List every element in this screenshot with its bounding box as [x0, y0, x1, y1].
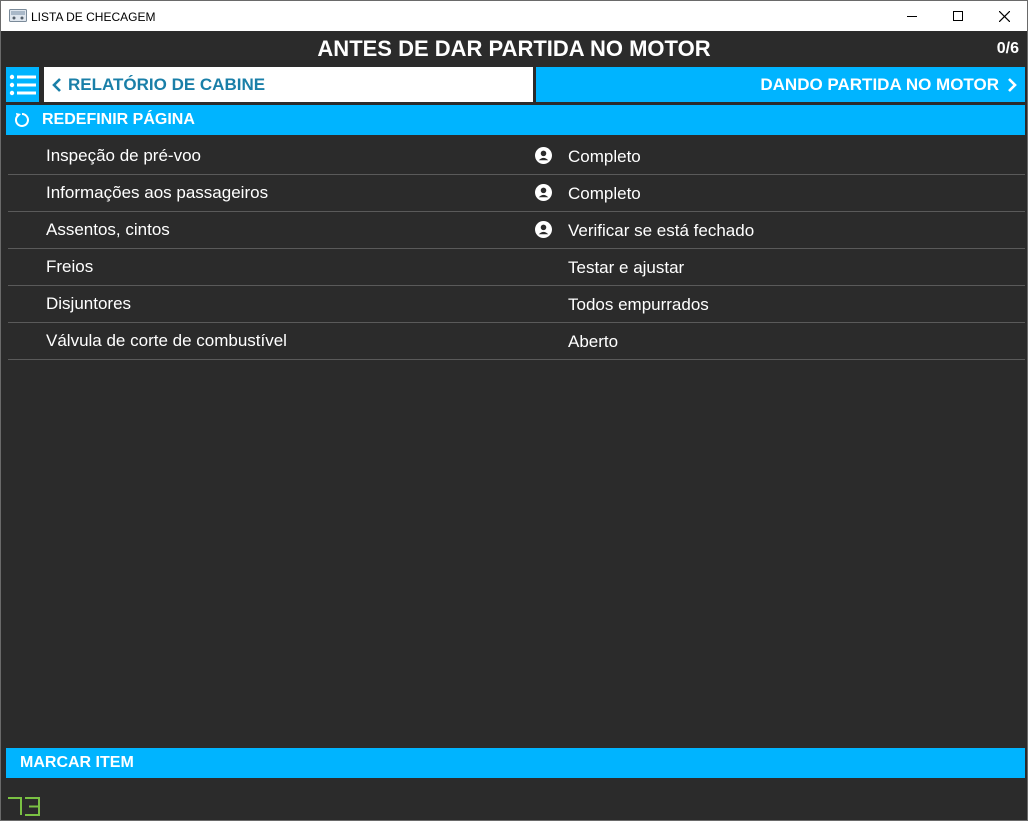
person-icon	[535, 147, 552, 164]
reset-page-button[interactable]: REDEFINIR PÁGINA	[6, 105, 1025, 135]
list-menu-button[interactable]	[6, 67, 39, 102]
chevron-right-icon	[1008, 77, 1017, 92]
item-value: Todos empurrados	[568, 295, 709, 314]
item-label: Assentos, cintos	[46, 220, 170, 239]
reset-icon	[15, 113, 29, 127]
page-title: ANTES DE DAR PARTIDA NO MOTOR	[317, 36, 711, 61]
close-button[interactable]	[981, 1, 1027, 31]
next-page-button[interactable]: DANDO PARTIDA NO MOTOR	[536, 67, 1025, 102]
item-label: Informações aos passageiros	[46, 183, 269, 202]
mark-item-label: MARCAR ITEM	[20, 754, 134, 771]
checklist-item[interactable]: Freios Testar e ajustar	[8, 249, 1025, 286]
window-title: LISTA DE CHECAGEM	[31, 10, 156, 24]
maximize-button[interactable]	[935, 1, 981, 31]
navigation-row: RELATÓRIO DE CABINE DANDO PARTIDA NO MOT…	[1, 67, 1027, 102]
maximize-icon	[953, 11, 963, 21]
title-bar: LISTA DE CHECAGEM	[1, 1, 1027, 31]
checklist-item[interactable]: Assentos, cintos Verificar se está fecha…	[8, 212, 1025, 249]
close-icon	[998, 10, 1010, 22]
logo-icon	[8, 797, 40, 816]
item-value: Verificar se está fechado	[568, 221, 755, 240]
checklist-item[interactable]: Válvula de corte de combustível Aberto	[8, 323, 1025, 360]
minimize-icon	[907, 16, 917, 17]
app-icon	[9, 9, 27, 22]
item-label: Disjuntores	[46, 294, 132, 313]
reset-page-label: REDEFINIR PÁGINA	[42, 111, 195, 128]
chevron-left-icon	[52, 77, 61, 92]
minimize-button[interactable]	[889, 1, 935, 31]
previous-page-button[interactable]: RELATÓRIO DE CABINE	[44, 67, 533, 102]
checklist-item[interactable]: Inspeção de pré-voo Completo	[8, 138, 1025, 175]
item-label: Freios	[46, 257, 94, 276]
mark-item-button[interactable]: MARCAR ITEM	[6, 748, 1025, 778]
item-value: Completo	[568, 184, 641, 203]
person-icon	[535, 184, 552, 201]
checklist-item[interactable]: Informações aos passageiros Completo	[8, 175, 1025, 212]
next-page-label: DANDO PARTIDA NO MOTOR	[760, 74, 999, 94]
checklist: Inspeção de pré-voo Completo Informações…	[8, 138, 1025, 360]
item-value: Completo	[568, 147, 641, 166]
item-label: Válvula de corte de combustível	[46, 331, 287, 350]
checklist-item[interactable]: Disjuntores Todos empurrados	[8, 286, 1025, 323]
item-value: Aberto	[568, 332, 619, 351]
previous-page-label: RELATÓRIO DE CABINE	[68, 74, 266, 94]
item-value: Testar e ajustar	[568, 258, 685, 277]
item-counter: 0/6	[996, 40, 1019, 57]
app-window: LISTA DE CHECAGEM ANTES DE DAR PARTIDA N…	[0, 0, 1028, 821]
person-icon	[535, 221, 552, 238]
item-label: Inspeção de pré-voo	[46, 146, 201, 165]
list-icon	[9, 74, 36, 95]
